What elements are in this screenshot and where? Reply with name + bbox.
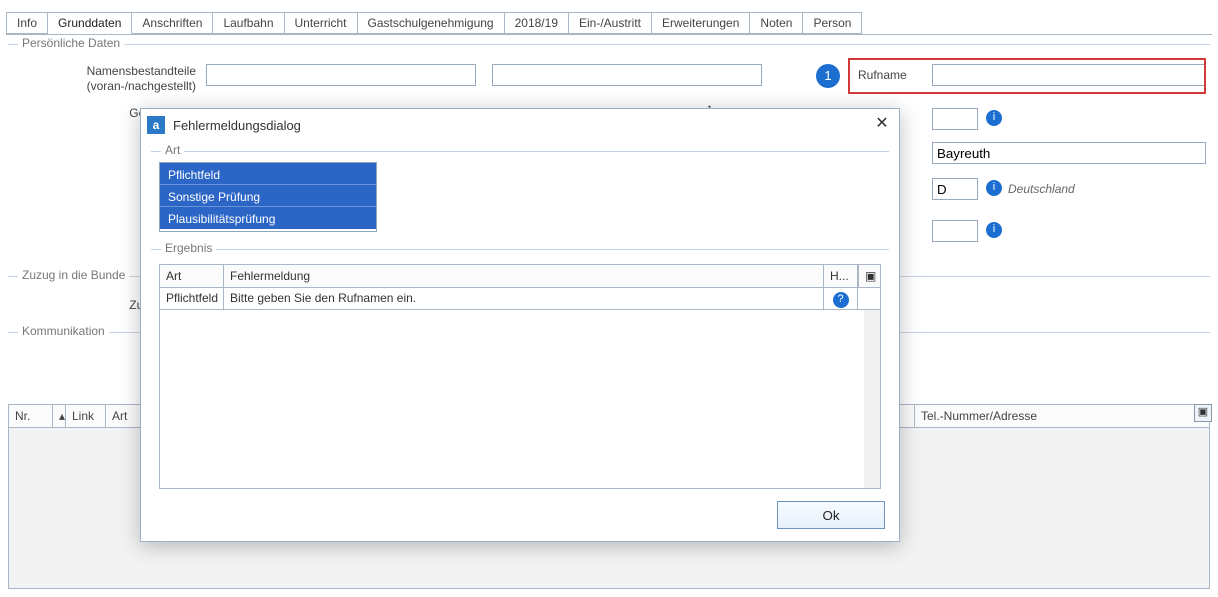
input-namensbestandteile-nach[interactable] — [492, 64, 762, 86]
info-icon[interactable]: i — [986, 222, 1002, 238]
tab-info[interactable]: Info — [6, 12, 48, 34]
error-dialog: a Fehlermeldungsdialog ✕ Art Pflichtfeld… — [140, 108, 900, 542]
tab-201819[interactable]: 2018/19 — [505, 12, 569, 34]
input-geburtsort[interactable] — [932, 142, 1206, 164]
tab-unterricht[interactable]: Unterricht — [285, 12, 358, 34]
ergebnis-grid-header: Art Fehlermeldung H... ▣ — [159, 264, 881, 288]
close-icon[interactable]: ✕ — [871, 114, 893, 136]
erg-col-fehler[interactable]: Fehlermeldung — [224, 265, 824, 287]
input-country-code[interactable] — [932, 178, 978, 200]
erg-col-art[interactable]: Art — [160, 265, 224, 287]
dialog-title: Fehlermeldungsdialog — [173, 118, 871, 133]
tab-person[interactable]: Person — [803, 12, 862, 34]
grid-col-tel[interactable]: Tel.-Nummer/Adresse — [915, 405, 1209, 427]
ergebnis-grid-body[interactable] — [159, 310, 881, 489]
dialog-section-ergebnis-legend: Ergebnis — [161, 241, 216, 255]
art-item-plausibilitaet[interactable]: Plausibilitätsprüfung — [160, 207, 376, 229]
dialog-section-art-legend: Art — [161, 143, 184, 157]
input-rufname[interactable] — [932, 64, 1206, 86]
tab-grunddaten[interactable]: Grunddaten — [48, 12, 132, 34]
dialog-titlebar[interactable]: a Fehlermeldungsdialog ✕ — [141, 109, 899, 141]
input-right-small-2[interactable] — [932, 220, 978, 242]
tab-einaustritt[interactable]: Ein-/Austritt — [569, 12, 652, 34]
erg-cell-msg: Bitte geben Sie den Rufnamen ein. — [224, 288, 824, 309]
scrollbar-vertical[interactable] — [864, 310, 880, 488]
ergebnis-row[interactable]: Pflichtfeld Bitte geben Sie den Rufnamen… — [159, 288, 881, 310]
tab-gastschule[interactable]: Gastschulgenehmigung — [358, 12, 505, 34]
info-icon[interactable]: i — [986, 180, 1002, 196]
label-namensbestandteile: Namensbestandteile (voran-/nachgestellt) — [8, 64, 196, 94]
grid-col-nr[interactable]: Nr. — [9, 405, 53, 427]
input-right-small-1[interactable] — [932, 108, 978, 130]
art-item-pflichtfeld[interactable]: Pflichtfeld — [160, 163, 376, 185]
group-legend-zuzug: Zuzug in die Bunde — [18, 268, 129, 282]
input-namensbestandteile-voran[interactable] — [206, 64, 476, 86]
app-icon: a — [147, 116, 165, 134]
art-listbox[interactable]: Pflichtfeld Sonstige Prüfung Plausibilit… — [159, 162, 377, 232]
dialog-section-art: Art Pflichtfeld Sonstige Prüfung Plausib… — [151, 151, 889, 247]
label-deutschland: Deutschland — [1008, 182, 1075, 196]
tab-laufbahn[interactable]: Laufbahn — [213, 12, 284, 34]
erg-cell-help[interactable]: ? — [824, 288, 858, 309]
erg-col-h[interactable]: H... — [824, 265, 858, 287]
help-icon[interactable]: ? — [833, 292, 849, 308]
tab-noten[interactable]: Noten — [750, 12, 803, 34]
erg-popup-icon[interactable]: ▣ — [858, 265, 880, 287]
group-legend-komm: Kommunikation — [18, 324, 109, 338]
tab-anschriften[interactable]: Anschriften — [132, 12, 213, 34]
label-rufname: Rufname — [858, 68, 907, 82]
dialog-section-ergebnis: Ergebnis Art Fehlermeldung H... ▣ Pflich… — [151, 249, 889, 489]
ok-button[interactable]: Ok — [777, 501, 885, 529]
tab-strip: Info Grunddaten Anschriften Laufbahn Unt… — [6, 12, 862, 36]
callout-1: 1 — [816, 64, 840, 88]
grid-col-link[interactable]: Link — [66, 405, 106, 427]
info-icon[interactable]: i — [986, 110, 1002, 126]
grid-popup-button[interactable]: ▣ — [1194, 404, 1212, 422]
erg-cell-art: Pflichtfeld — [160, 288, 224, 309]
art-item-sonstige[interactable]: Sonstige Prüfung — [160, 185, 376, 207]
tab-erweiterungen[interactable]: Erweiterungen — [652, 12, 750, 34]
group-legend-persoenliche-daten: Persönliche Daten — [18, 36, 124, 50]
grid-sort-icon[interactable]: ▴ — [53, 405, 66, 427]
